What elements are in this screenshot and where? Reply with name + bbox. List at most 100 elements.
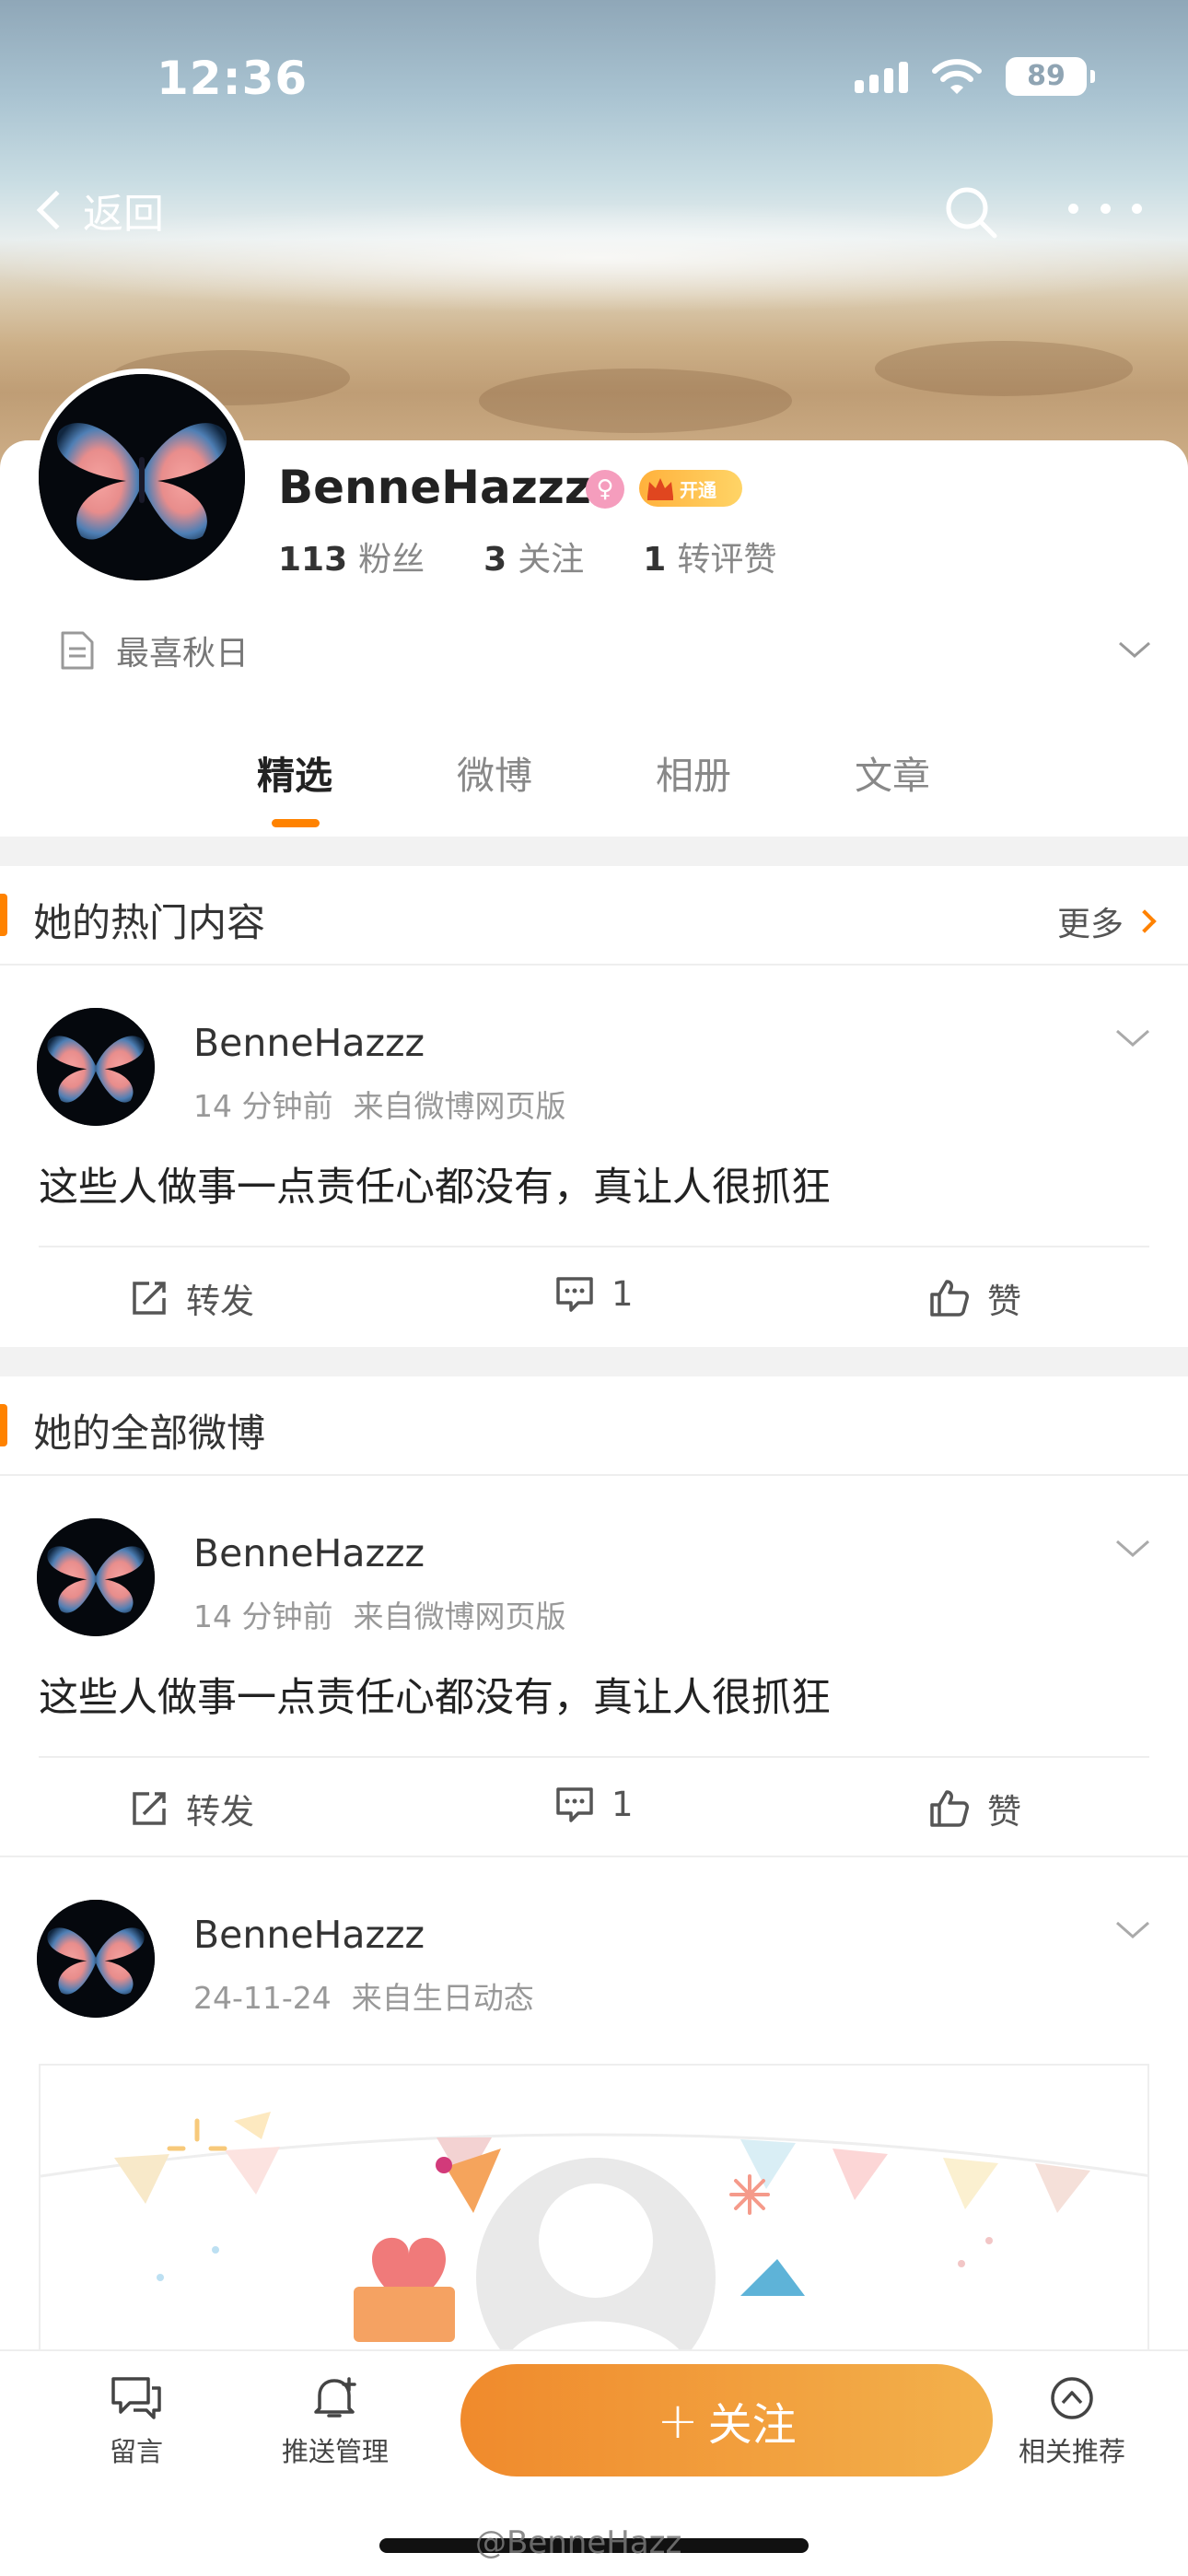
post-author[interactable]: BenneHazzz: [193, 1531, 425, 1575]
stat-label: 关注: [518, 541, 585, 579]
divider: [0, 837, 1188, 866]
tab-weibo[interactable]: 微博: [421, 744, 568, 800]
profile-stats: 113 粉丝 3 关注 1 转评赞: [278, 533, 835, 580]
like-label: 赞: [987, 1282, 1021, 1321]
butterfly-avatar-icon: [37, 1900, 155, 2018]
message-button[interactable]: 留言: [63, 2375, 210, 2469]
comment-icon: [556, 1277, 593, 1312]
battery-indicator: 89: [1006, 57, 1095, 96]
section-title: 她的热门内容: [33, 900, 266, 945]
vip-badge[interactable]: 开通: [639, 470, 742, 507]
more-link[interactable]: 更多: [1056, 897, 1157, 945]
stat-number: 113: [278, 541, 348, 579]
back-label: 返回: [83, 191, 164, 238]
recommend-label: 相关推荐: [1018, 2436, 1125, 2467]
hot-content-header: 她的热门内容 更多: [0, 866, 1188, 966]
profile-tabs: 精选 微博 相册 文章: [0, 744, 1188, 837]
active-tab-indicator: [272, 819, 320, 827]
stat-number: 1: [643, 541, 667, 579]
chat-bubble-icon: [111, 2377, 161, 2419]
like-button[interactable]: 赞: [928, 1273, 1021, 1323]
post-author[interactable]: BenneHazzz: [193, 1913, 425, 1957]
butterfly-avatar-icon: [37, 1008, 155, 1126]
stat-label: 粉丝: [358, 541, 425, 579]
stat-interactions[interactable]: 1 转评赞: [643, 533, 776, 580]
like-button[interactable]: 赞: [928, 1784, 1021, 1833]
post-actions: 转发 1 赞: [39, 1246, 1149, 1347]
chevron-right-icon: [1133, 909, 1157, 933]
chevron-down-icon[interactable]: [1114, 1537, 1151, 1561]
repost-icon: [133, 1282, 166, 1315]
post-source: 来自微博网页版: [353, 1088, 566, 1124]
stat-number: 3: [483, 541, 507, 579]
tab-articles[interactable]: 文章: [819, 744, 966, 800]
message-label: 留言: [109, 2436, 163, 2467]
female-gender-icon: ♀: [586, 470, 624, 509]
follow-label: 关注: [707, 2399, 797, 2451]
vip-label: 开通: [680, 478, 716, 501]
related-recommend-button[interactable]: 相关推荐: [998, 2375, 1146, 2469]
thumbs-up-icon: [930, 1280, 969, 1317]
butterfly-avatar-icon: [39, 374, 245, 580]
comment-count: 1: [611, 1273, 634, 1314]
status-bar: 12:36 89: [0, 0, 1188, 157]
profile-bio: 最喜秋日: [59, 626, 249, 674]
stat-followers[interactable]: 113 粉丝: [278, 533, 425, 580]
post-card[interactable]: BenneHazzz 14 分钟前 来自微博网页版 这些人做事一点责任心都没有，真…: [0, 1476, 1188, 1857]
repost-label: 转发: [186, 1282, 254, 1321]
tab-featured[interactable]: 精选: [221, 744, 368, 800]
divider: [0, 1347, 1188, 1376]
profile-avatar[interactable]: [33, 369, 250, 586]
post-avatar[interactable]: [37, 1008, 155, 1126]
repost-icon: [133, 1792, 166, 1825]
all-weibo-header: 她的全部微博: [0, 1376, 1188, 1476]
push-label: 推送管理: [281, 2436, 389, 2467]
repost-button[interactable]: 转发: [129, 1784, 254, 1833]
bio-text: 最喜秋日: [116, 635, 250, 673]
stat-following[interactable]: 3 关注: [483, 533, 584, 580]
post-actions: 转发 1 赞: [39, 1756, 1149, 1857]
butterfly-avatar-icon: [37, 1518, 155, 1636]
back-button[interactable]: 返回: [33, 181, 164, 240]
section-accent-bar: [0, 1404, 7, 1446]
chevron-down-icon[interactable]: [1116, 636, 1153, 663]
chevron-left-icon: [36, 190, 76, 230]
more-options-icon[interactable]: [1068, 190, 1142, 227]
post-time: 14 分钟前: [193, 1598, 333, 1634]
stat-label: 转评赞: [677, 541, 777, 579]
comment-button[interactable]: 1: [554, 1784, 634, 1824]
search-icon[interactable]: [939, 181, 1004, 245]
post-meta: 14 分钟前 来自微博网页版: [193, 1592, 586, 1636]
cellular-signal-icon: [855, 60, 908, 93]
bell-plus-icon: [314, 2377, 356, 2418]
post-source: 来自微博网页版: [353, 1598, 566, 1634]
section-accent-bar: [0, 894, 7, 936]
follow-button[interactable]: + 关注: [460, 2364, 993, 2476]
post-time: 14 分钟前: [193, 1088, 333, 1124]
push-settings-button[interactable]: 推送管理: [262, 2375, 409, 2469]
post-source: 来自生日动态: [351, 1980, 534, 2016]
comment-icon: [556, 1787, 593, 1822]
post-card[interactable]: BenneHazzz 14 分钟前 来自微博网页版 这些人做事一点责任心都没有，真…: [0, 966, 1188, 1347]
document-icon: [61, 631, 94, 670]
like-label: 赞: [987, 1792, 1021, 1832]
chevron-up-circle-icon: [1051, 2377, 1093, 2419]
comment-button[interactable]: 1: [554, 1273, 634, 1314]
post-text: 这些人做事一点责任心都没有，真让人很抓狂: [39, 1675, 831, 1721]
post-meta: 14 分钟前 来自微博网页版: [193, 1082, 586, 1126]
post-text: 这些人做事一点责任心都没有，真让人很抓狂: [39, 1165, 831, 1211]
plus-icon: +: [657, 2391, 699, 2450]
status-time: 12:36: [157, 52, 309, 105]
comment-count: 1: [611, 1784, 634, 1824]
repost-label: 转发: [186, 1792, 254, 1832]
crown-icon: [647, 478, 673, 500]
post-author[interactable]: BenneHazzz: [193, 1021, 425, 1065]
more-label: 更多: [1056, 906, 1124, 943]
post-avatar[interactable]: [37, 1900, 155, 2018]
chevron-down-icon[interactable]: [1114, 1026, 1151, 1050]
repost-button[interactable]: 转发: [129, 1273, 254, 1323]
tab-album[interactable]: 相册: [620, 744, 767, 800]
post-avatar[interactable]: [37, 1518, 155, 1636]
post-meta: 24-11-24 来自生日动态: [193, 1973, 554, 2018]
chevron-down-icon[interactable]: [1114, 1918, 1151, 1942]
